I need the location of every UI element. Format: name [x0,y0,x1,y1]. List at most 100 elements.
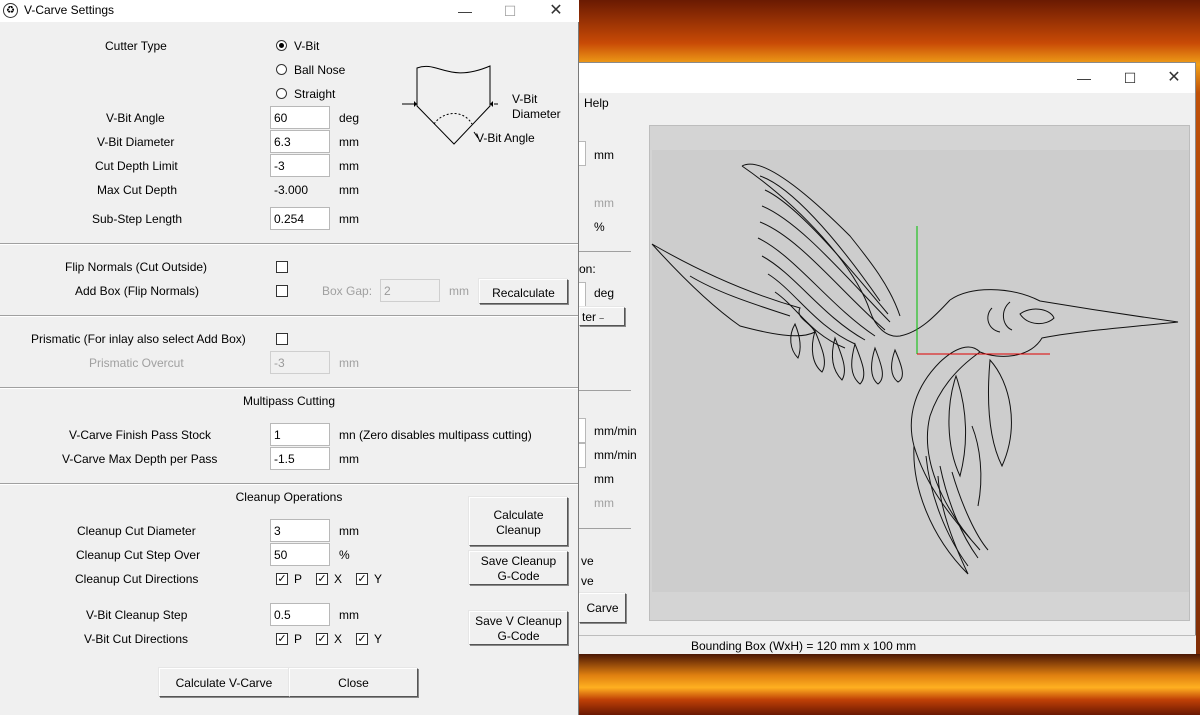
cleanup-dir-p-checkbox[interactable]: ✓ [276,573,288,585]
diagram-diameter-label-2: Diameter [512,107,561,121]
dialog-title: V-Carve Settings [24,3,115,17]
maximize-icon[interactable]: ☐ [1107,63,1153,93]
vbit-dir-p-checkbox[interactable]: ✓ [276,633,288,645]
vbit-directions-label: V-Bit Cut Directions [84,632,189,646]
radio-straight[interactable] [276,88,287,99]
cleanup-diameter-unit: mm [339,524,359,538]
unit-label: mm [594,148,614,162]
partial-input[interactable] [579,141,586,166]
unit-label: mm [594,496,614,510]
vbit-cleanup-step-input[interactable]: 0.5 [270,603,330,626]
prismatic-checkbox[interactable] [276,333,288,345]
partial-input[interactable] [579,443,586,468]
unit-label: mm [594,196,614,210]
close-icon[interactable]: ✕ [1151,63,1197,93]
sub-step-length-label: Sub-Step Length [92,212,183,226]
calculate-vcarve-button[interactable]: Calculate V-Carve [159,668,289,697]
dropdown-value: ter [582,310,597,324]
radio-straight-label: Straight [294,87,336,101]
dropdown-arrow-icon: ⎯ [599,313,604,323]
vbit-angle-label: V-Bit Angle [106,111,165,125]
partial-label: on: [579,262,596,276]
hummingbird-toolpath-drawing [651,163,1179,575]
unit-label: mm/min [594,448,637,462]
cleanup-stepover-unit: % [339,548,350,562]
divider [579,390,631,391]
calculate-cleanup-label-2: Cleanup [496,523,541,537]
background-title-bar: — ☐ ✕ [579,63,1195,93]
radio-vbit-label: V-Bit [294,39,320,53]
diagram-diameter-label-1: V-Bit [512,92,538,106]
preview-canvas[interactable] [649,125,1190,621]
menu-help[interactable]: Help [584,96,609,110]
vbit-diameter-unit: mm [339,135,359,149]
vbit-dir-y-label: Y [374,632,383,646]
box-gap-unit: mm [449,284,469,298]
close-button[interactable]: Close [289,668,418,697]
partial-label: ve [581,554,594,568]
close-icon[interactable]: ✕ [533,0,579,26]
cleanup-dir-x-label: X [334,572,343,586]
bird-head [949,289,1179,357]
flip-normals-label: Flip Normals (Cut Outside) [65,260,208,274]
vbit-dir-x-label: X [334,632,343,646]
sub-step-length-input[interactable]: 0.254 [270,207,330,230]
max-cut-depth-unit: mm [339,183,359,197]
cleanup-diameter-label: Cleanup Cut Diameter [77,524,196,538]
vbit-dir-y-checkbox[interactable]: ✓ [356,633,368,645]
save-v-cleanup-label-2: G-Code [497,629,540,643]
prismatic-overcut-unit: mm [339,356,359,370]
prismatic-overcut-label: Prismatic Overcut [89,356,184,370]
partial-input[interactable] [579,418,586,443]
save-cleanup-gcode-button[interactable]: Save Cleanup G-Code [469,551,568,585]
vbit-diameter-input[interactable]: 6.3 [270,130,330,153]
max-cut-depth-value: -3.000 [274,183,309,197]
flip-normals-checkbox[interactable] [276,261,288,273]
save-cleanup-label-1: Save Cleanup [480,554,557,568]
cleanup-dir-x-checkbox[interactable]: ✓ [316,573,328,585]
lower-left-wing [651,243,816,337]
cleanup-directions-label: Cleanup Cut Directions [75,572,199,586]
calculate-cleanup-button[interactable]: Calculate Cleanup [469,497,568,546]
add-box-checkbox[interactable] [276,285,288,297]
vbit-cleanup-step-label: V-Bit Cleanup Step [86,608,188,622]
diagram-angle-label: V-Bit Angle [476,131,535,145]
save-v-cleanup-gcode-button[interactable]: Save V Cleanup G-Code [469,611,568,645]
cut-depth-limit-input[interactable]: -3 [270,154,330,177]
cleanup-diameter-input[interactable]: 3 [270,519,330,542]
app-feather-icon: ♻ [3,3,18,18]
finish-pass-label: V-Carve Finish Pass Stock [69,428,212,442]
finish-pass-input[interactable]: 1 [270,423,330,446]
max-depth-pass-input[interactable]: -1.5 [270,447,330,470]
minimize-icon[interactable]: — [1061,63,1107,93]
cutter-type-label: Cutter Type [105,39,167,53]
box-gap-input: 2 [380,279,440,302]
sub-step-length-unit: mm [339,212,359,226]
vbit-dir-x-checkbox[interactable]: ✓ [316,633,328,645]
calculate-cleanup-label-1: Calculate [493,508,544,522]
vbit-angle-unit: deg [339,111,360,125]
dialog-title-bar: ♻ V-Carve Settings — ☐ ✕ [0,0,579,22]
vbit-angle-input[interactable]: 60 [270,106,330,129]
partial-carve-button[interactable]: Carve [579,593,626,623]
vbit-cleanup-step-unit: mm [339,608,359,622]
cleanup-dir-y-label: Y [374,572,383,586]
radio-ball-nose[interactable] [276,64,287,75]
cut-depth-limit-unit: mm [339,159,359,173]
minimize-icon[interactable]: — [442,0,488,26]
partial-input[interactable] [579,282,586,307]
partial-dropdown[interactable]: ter ⎯ [579,307,625,326]
vbit-diameter-label: V-Bit Diameter [97,135,175,149]
cleanup-stepover-label: Cleanup Cut Step Over [76,548,201,562]
box-gap-label: Box Gap: [322,284,373,298]
radio-vbit[interactable] [276,40,287,51]
upper-wing [741,163,901,317]
cleanup-dir-y-checkbox[interactable]: ✓ [356,573,368,585]
multipass-header: Multipass Cutting [242,394,336,408]
recalculate-button[interactable]: Recalculate [479,279,568,304]
cleanup-dir-p-label: P [294,572,303,586]
bounding-box-readout: Bounding Box (WxH) = 120 mm x 100 mm [691,639,917,653]
cleanup-stepover-input[interactable]: 50 [270,543,330,566]
vcarve-settings-dialog: ♻ V-Carve Settings — ☐ ✕ Cutter Type V-B… [0,0,579,715]
prismatic-label: Prismatic (For inlay also select Add Box… [31,332,246,346]
